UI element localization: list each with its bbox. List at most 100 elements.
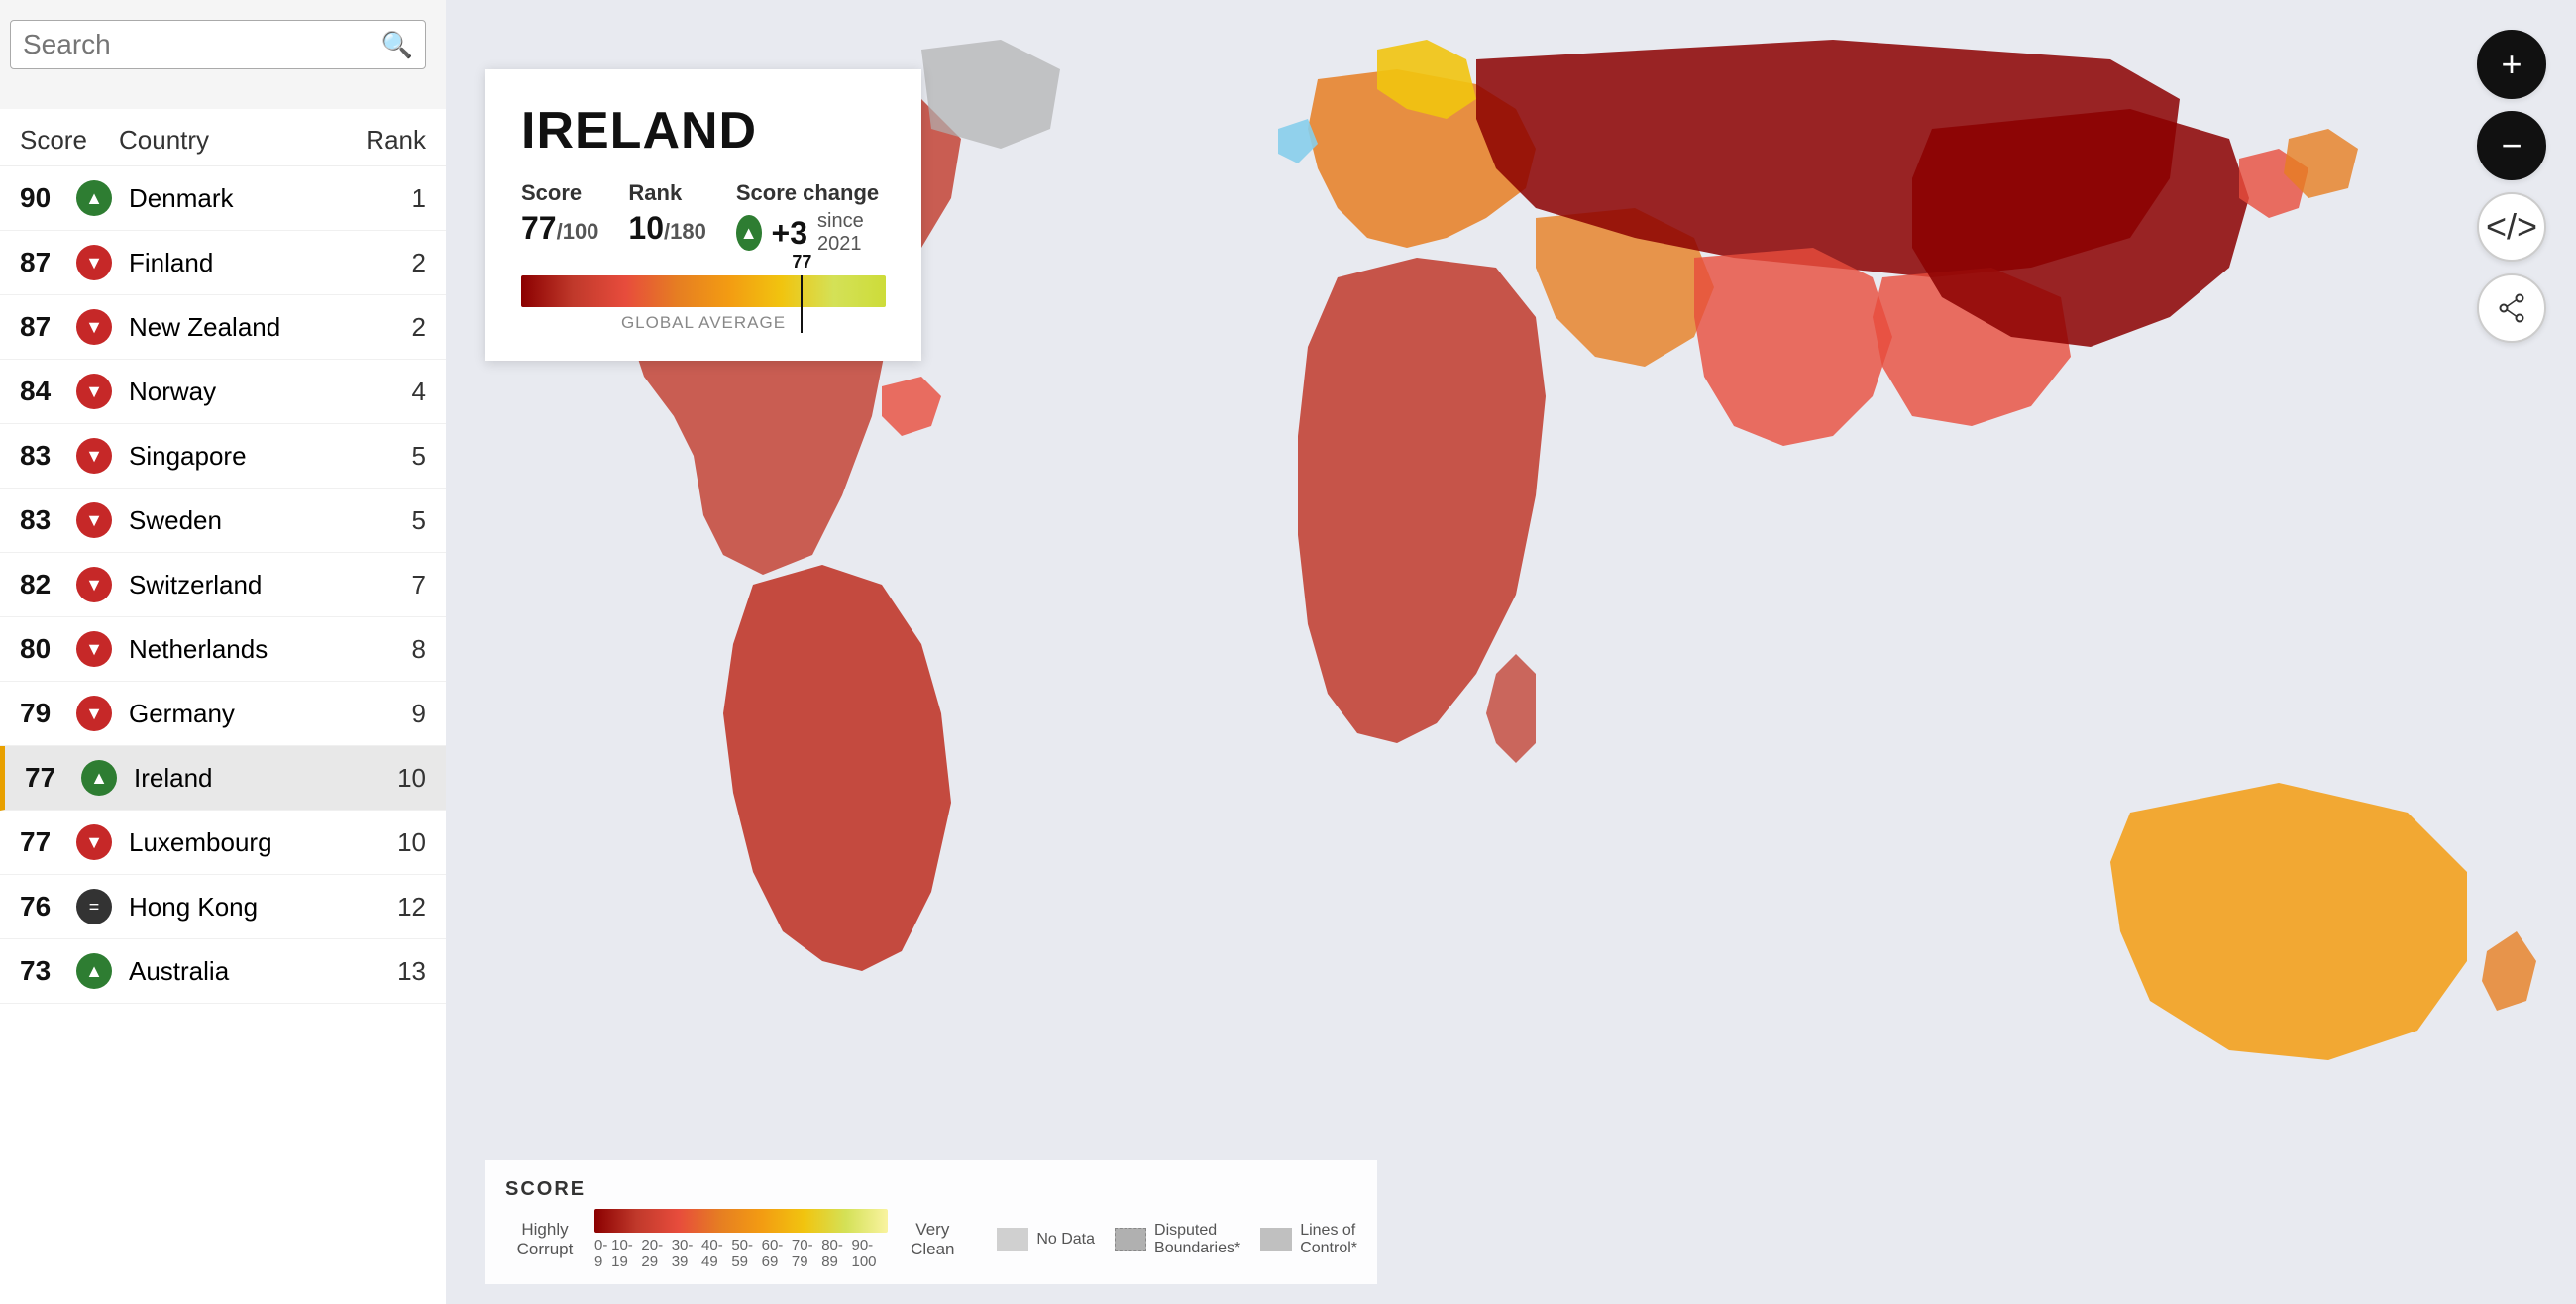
legend-tick: 40-49 (701, 1237, 731, 1270)
row-score: 82 (20, 569, 69, 600)
table-row[interactable]: 82 ▼ Switzerland 7 (0, 553, 446, 617)
popup-score-bar (521, 275, 886, 307)
row-rank: 2 (347, 312, 426, 343)
popup-score-marker: 77 (792, 252, 811, 272)
zoom-out-button[interactable]: − (2477, 111, 2546, 180)
row-score: 87 (20, 247, 69, 278)
legend-no-data: No Data (997, 1228, 1095, 1251)
popup-global-avg: GLOBAL AVERAGE (521, 313, 886, 333)
row-country-name: Norway (119, 377, 347, 407)
legend-disputed: Disputed Boundaries* (1115, 1222, 1240, 1257)
popup-rank-label: Rank (628, 180, 705, 206)
legend-disputed-label-1: Disputed (1154, 1222, 1240, 1240)
row-rank: 12 (347, 892, 426, 923)
popup-country-name: IRELAND (521, 101, 886, 161)
table-row[interactable]: 79 ▼ Germany 9 (0, 682, 446, 746)
legend-label-left-top: Highly (521, 1220, 568, 1240)
row-rank: 4 (347, 377, 426, 407)
share-icon (2497, 293, 2526, 323)
legend-lines-swatch (1260, 1228, 1292, 1251)
row-trend: ▲ (69, 180, 119, 216)
popup-score-label: Score (521, 180, 598, 206)
zoom-in-button[interactable]: + (2477, 30, 2546, 99)
row-rank: 9 (347, 699, 426, 729)
row-country-name: Finland (119, 248, 347, 278)
row-country-name: Netherlands (119, 634, 347, 665)
country-popup: IRELAND Score 77/100 Rank 10/180 Score c… (485, 69, 921, 361)
table-row[interactable]: 73 ▲ Australia 13 (0, 939, 446, 1004)
row-rank: 2 (347, 248, 426, 278)
row-country-name: Singapore (119, 441, 347, 472)
country-table: 90 ▲ Denmark 1 87 ▼ Finland 2 87 ▼ New Z… (0, 166, 446, 1004)
popup-change-block: Score change ▲ +3 since 2021 (736, 180, 886, 256)
row-score: 73 (20, 955, 69, 987)
table-row[interactable]: 87 ▼ New Zealand 2 (0, 295, 446, 360)
trend-arrow-icon: ▼ (76, 696, 112, 731)
table-row[interactable]: 77 ▼ Luxembourg 10 (0, 811, 446, 875)
table-row[interactable]: 83 ▼ Sweden 5 (0, 489, 446, 553)
table-row[interactable]: 80 ▼ Netherlands 8 (0, 617, 446, 682)
row-score: 84 (20, 376, 69, 407)
row-trend: ▼ (69, 245, 119, 280)
col-header-country: Country (119, 125, 347, 156)
legend-tick: 0-9 (594, 1237, 611, 1270)
trend-arrow-icon: ▼ (76, 309, 112, 345)
row-score: 83 (20, 440, 69, 472)
legend-tick: 60-69 (762, 1237, 792, 1270)
popup-change-value-row: ▲ +3 since 2021 (736, 210, 886, 256)
popup-score-marker-line (801, 275, 803, 333)
row-country-name: Sweden (119, 505, 347, 536)
table-row[interactable]: 76 = Hong Kong 12 (0, 875, 446, 939)
legend-title: SCORE (505, 1178, 1357, 1201)
legend-no-data-swatch (997, 1228, 1028, 1251)
popup-rank-block: Rank 10/180 (628, 180, 705, 247)
trend-arrow-icon: ▼ (76, 502, 112, 538)
legend-label-right-bot: Clean (911, 1240, 954, 1259)
row-score: 79 (20, 698, 69, 729)
row-country-name: Luxembourg (119, 827, 347, 858)
embed-button[interactable]: </> (2477, 192, 2546, 262)
sidebar: Score Country Rank 90 ▲ Denmark 1 87 ▼ F… (0, 109, 446, 1304)
legend-label-right-top: Very (915, 1220, 949, 1240)
row-score: 76 (20, 891, 69, 923)
legend: SCORE Highly Corrupt 0-910-1920-2930-394… (485, 1160, 1377, 1284)
legend-lines-label-1: Lines of (1300, 1222, 1357, 1240)
popup-change-num: +3 (772, 215, 807, 252)
row-score: 77 (25, 762, 74, 794)
popup-score-block: Score 77/100 (521, 180, 598, 247)
search-container: 🔍 (10, 20, 426, 69)
row-rank: 10 (347, 763, 426, 794)
search-button[interactable]: 🔍 (381, 30, 413, 60)
table-row[interactable]: 90 ▲ Denmark 1 (0, 166, 446, 231)
legend-tick: 30-39 (672, 1237, 701, 1270)
legend-extra-items: No Data Disputed Boundaries* Lines of Co… (997, 1222, 1357, 1257)
row-rank: 5 (347, 441, 426, 472)
row-score: 83 (20, 504, 69, 536)
legend-disputed-label-2: Boundaries* (1154, 1240, 1240, 1257)
legend-tick: 70-79 (792, 1237, 821, 1270)
legend-tick: 10-19 (611, 1237, 641, 1270)
row-score: 87 (20, 311, 69, 343)
row-trend: ▼ (69, 438, 119, 474)
row-country-name: Australia (119, 956, 347, 987)
legend-gradient-bar (594, 1209, 888, 1233)
col-header-rank: Rank (347, 125, 426, 156)
row-trend: ▼ (69, 696, 119, 731)
trend-arrow-icon: ▼ (76, 631, 112, 667)
legend-tick: 80-89 (821, 1237, 851, 1270)
popup-score-value: 77/100 (521, 210, 598, 247)
row-trend: ▼ (69, 502, 119, 538)
table-row[interactable]: 83 ▼ Singapore 5 (0, 424, 446, 489)
table-row[interactable]: 87 ▼ Finland 2 (0, 231, 446, 295)
table-row[interactable]: 84 ▼ Norway 4 (0, 360, 446, 424)
share-button[interactable] (2477, 273, 2546, 343)
trend-arrow-icon: ▼ (76, 374, 112, 409)
trend-arrow-icon: ▲ (76, 953, 112, 989)
table-headers: Score Country Rank (0, 109, 446, 166)
row-rank: 5 (347, 505, 426, 536)
row-rank: 13 (347, 956, 426, 987)
row-trend: ▲ (69, 953, 119, 989)
row-country-name: Switzerland (119, 570, 347, 600)
table-row[interactable]: 77 ▲ Ireland 10 (0, 746, 446, 811)
search-input[interactable] (23, 29, 381, 60)
